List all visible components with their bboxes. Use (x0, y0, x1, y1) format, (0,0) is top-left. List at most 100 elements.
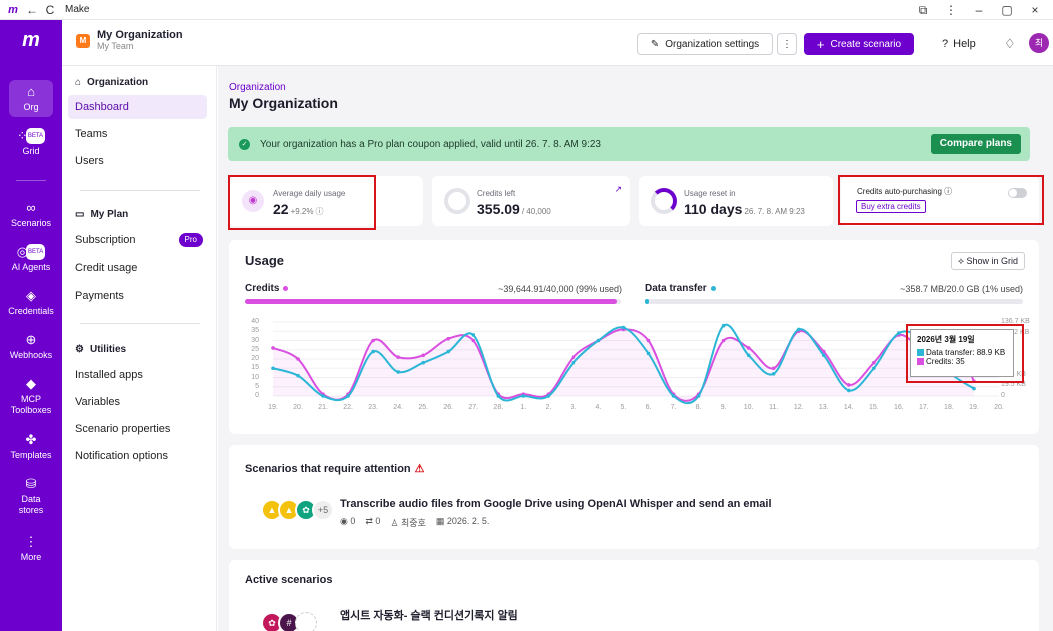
subnav-item-users[interactable]: Users (68, 149, 207, 173)
subnav-item-credit-usage[interactable]: Credit usage (68, 256, 207, 280)
credits-point[interactable] (771, 366, 776, 371)
data-transfer-point[interactable] (796, 327, 801, 332)
minimize-icon[interactable]: – (965, 3, 993, 17)
active-scenario-name[interactable]: 앱시트 자동화- 슬랙 컨디션기록지 알림 (340, 607, 518, 623)
data-transfer-point[interactable] (496, 394, 501, 398)
credits-point[interactable] (296, 357, 300, 361)
active-scenarios-card: Active scenarios ✿ # 앱시트 자동화- 슬랙 컨디션기록지 … (229, 560, 1039, 631)
extension-icon[interactable]: ⧉ (909, 3, 937, 18)
credits-point[interactable] (396, 355, 400, 359)
data-transfer-point[interactable] (546, 394, 551, 398)
data-transfer-point[interactable] (671, 394, 676, 398)
maximize-icon[interactable]: ▢ (993, 3, 1021, 17)
data-transfer-point[interactable] (596, 338, 601, 343)
create-scenario-button[interactable]: + Create scenario (804, 33, 914, 55)
subnav-item-variables[interactable]: Variables (68, 390, 207, 414)
views-meta: ◉ 0 (340, 516, 355, 529)
external-link-icon[interactable]: ↗ (614, 184, 622, 195)
reload-icon[interactable]: C (41, 3, 59, 17)
credits-point[interactable] (471, 338, 476, 343)
active-scenarios-title: Active scenarios (245, 574, 333, 586)
data-transfer-point[interactable] (571, 360, 576, 365)
data-transfer-point[interactable] (897, 331, 901, 335)
credits-point[interactable] (421, 353, 426, 358)
data-transfer-point[interactable] (396, 370, 400, 374)
breadcrumb[interactable]: Organization (229, 82, 286, 93)
stat-usage-reset: Usage reset in 110 days 26. 7. 8. AM 9:23 (639, 176, 833, 226)
auto-purchasing-toggle[interactable] (1008, 188, 1027, 198)
rail-item-templates[interactable]: ✤ Templates (0, 432, 62, 461)
credits-point[interactable] (872, 360, 876, 365)
rail-item-grid[interactable]: ⁘BETA Grid (0, 128, 62, 157)
subnav-item-installed-apps[interactable]: Installed apps (68, 363, 207, 387)
tooltip-date: 2026년 3월 19일 (917, 335, 975, 344)
credits-point[interactable] (371, 338, 375, 343)
credits-point[interactable] (721, 338, 726, 343)
rail-item-data-stores[interactable]: ⛁ Data stores (0, 476, 62, 516)
data-transfer-point[interactable] (721, 323, 726, 328)
organization-settings-button[interactable]: ✎ Organization settings (637, 33, 773, 55)
credits-point[interactable] (746, 346, 751, 350)
scenario-name-link[interactable]: Transcribe audio files from Google Drive… (340, 498, 772, 510)
data-transfer-point[interactable] (696, 394, 701, 398)
data-transfer-point[interactable] (972, 386, 976, 391)
data-transfer-point[interactable] (421, 360, 426, 365)
rail-item-org[interactable]: ⌂ Org (0, 80, 62, 117)
rail-label: Credentials (8, 306, 54, 316)
data-transfer-point[interactable] (271, 366, 275, 371)
attention-title: Scenarios that require attention ⚠ (245, 462, 425, 475)
user-avatar[interactable]: 최 (1029, 33, 1049, 53)
data-transfer-point[interactable] (872, 366, 876, 371)
notifications-bell-icon[interactable]: ♢ (1004, 33, 1016, 55)
subnav-item-teams[interactable]: Teams (68, 122, 207, 146)
section-label: My Plan (90, 209, 129, 220)
credits-point[interactable] (846, 383, 851, 387)
credits-point[interactable] (646, 338, 651, 343)
subnav-item-notification-options[interactable]: Notification options (68, 444, 207, 468)
data-transfer-point[interactable] (621, 325, 626, 330)
grid-icon: ⁘BETA (16, 128, 46, 144)
org-switcher[interactable]: M My Organization My Team (76, 30, 183, 52)
rail-item-ai-agents[interactable]: ◎BETA AI Agents (0, 244, 62, 273)
data-transfer-point[interactable] (296, 373, 300, 378)
stat-credits-left: Credits left 355.09/ 40,000 ↗ (432, 176, 630, 226)
compare-plans-button[interactable]: Compare plans (930, 134, 1021, 154)
data-transfer-point[interactable] (821, 353, 826, 358)
data-transfer-point[interactable] (371, 349, 375, 354)
data-transfer-point[interactable] (521, 394, 526, 398)
info-icon[interactable]: ⓘ (944, 187, 952, 196)
subnav-item-subscription[interactable]: Subscription Pro (68, 228, 207, 252)
info-icon[interactable]: ⓘ (315, 207, 323, 216)
data-transfer-point[interactable] (471, 333, 476, 337)
menu-icon[interactable]: ⋮ (937, 3, 965, 17)
help-button[interactable]: ? Help (942, 33, 976, 55)
credits-point[interactable] (271, 346, 275, 350)
rail-item-scenarios[interactable]: ∞ Scenarios (0, 200, 62, 229)
data-transfer-point[interactable] (846, 388, 851, 393)
rail-item-more[interactable]: ⋮ More (0, 534, 62, 563)
data-transfer-point[interactable] (646, 351, 651, 356)
data-transfer-point[interactable] (321, 394, 325, 398)
rail-item-webhooks[interactable]: ⊕ Webhooks (0, 332, 62, 361)
subnav-item-dashboard[interactable]: Dashboard (68, 95, 207, 119)
data-transfer-point[interactable] (446, 349, 451, 354)
subnav-item-scenario-properties[interactable]: Scenario properties (68, 417, 207, 441)
make-rail-logo[interactable]: m (0, 20, 62, 60)
data-transfer-point[interactable] (746, 353, 751, 358)
more-options-button[interactable]: ⋮ (777, 33, 797, 55)
rail-item-mcp-toolboxes[interactable]: ◆ MCP Toolboxes (0, 376, 62, 416)
back-icon[interactable]: ← (23, 3, 41, 17)
coupon-banner: ✓ Your organization has a Pro plan coupo… (228, 127, 1030, 161)
rail-item-credentials[interactable]: ◈ Credentials (0, 288, 62, 317)
tooltip-credits-text: Credits: 35 (926, 357, 965, 366)
credits-point[interactable] (571, 355, 576, 359)
owner-meta: ♙ 최중호 (390, 516, 425, 529)
data-transfer-point[interactable] (346, 394, 350, 398)
subnav-section-organization: ⌂ Organization (75, 77, 148, 88)
subnav-item-payments[interactable]: Payments (68, 284, 207, 308)
buy-extra-credits-button[interactable]: Buy extra credits (856, 200, 926, 213)
credits-point[interactable] (972, 379, 976, 383)
credits-point[interactable] (446, 336, 451, 341)
data-transfer-point[interactable] (771, 372, 776, 376)
close-icon[interactable]: × (1021, 3, 1049, 17)
